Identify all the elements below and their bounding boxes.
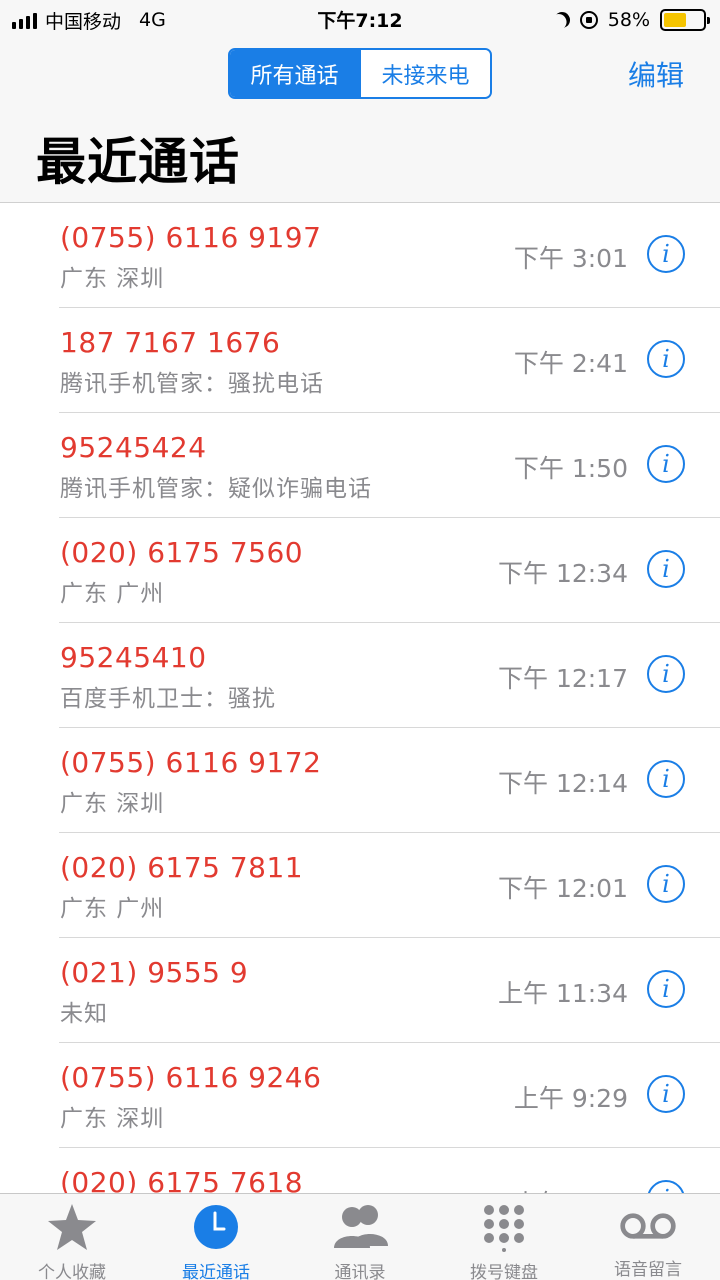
call-number: (0755) 6116 9246 [60, 1061, 322, 1094]
moon-icon [551, 9, 573, 31]
call-filter-segmented-control: 所有通话 未接来电 [228, 48, 492, 99]
call-location-label: 腾讯手机管家：骚扰电话 [60, 371, 324, 397]
call-row[interactable]: (021) 9555 9 未知 上午 11:34 i [0, 938, 720, 1043]
status-bar: 中国移动 4G 下午7:12 58% [0, 0, 720, 40]
keypad-icon [474, 1202, 534, 1252]
call-time: 上午 9:00 [514, 1184, 628, 1193]
tab-favorites[interactable]: 个人收藏 [0, 1194, 144, 1280]
call-number: 187 7167 1676 [60, 326, 281, 359]
call-number: 95245424 [60, 431, 207, 464]
call-location-label: 百度手机卫士：骚扰 [60, 686, 276, 712]
star-icon [42, 1202, 102, 1252]
tab-voicemail[interactable]: 语音留言 [576, 1194, 720, 1280]
info-icon[interactable]: i [647, 445, 685, 483]
tab-label: 通讯录 [334, 1263, 386, 1280]
call-row[interactable]: 95245410 百度手机卫士：骚扰 下午 12:17 i [0, 623, 720, 728]
info-icon[interactable]: i [647, 655, 685, 693]
call-number: (0755) 6116 9197 [60, 221, 322, 254]
call-number: (020) 6175 7618 [60, 1166, 304, 1193]
call-time: 下午 12:17 [498, 664, 628, 693]
info-icon[interactable]: i [647, 235, 685, 273]
call-row[interactable]: (020) 6175 7560 广东 广州 下午 12:34 i [0, 518, 720, 623]
call-location-label: 广东 深圳 [60, 791, 165, 817]
battery-fill [664, 13, 687, 27]
tab-bar: 个人收藏 最近通话 通讯录 拨号键盘 语音留言 [0, 1193, 720, 1280]
call-location-label: 广东 深圳 [60, 266, 165, 292]
tab-label: 个人收藏 [38, 1263, 106, 1280]
call-location-label: 广东 广州 [60, 581, 165, 607]
nav-header: 所有通话 未接来电 编辑 最近通话 [0, 40, 720, 203]
call-row[interactable]: 187 7167 1676 腾讯手机管家：骚扰电话 下午 2:41 i [0, 308, 720, 413]
call-row[interactable]: (0755) 6116 9246 广东 深圳 上午 9:29 i [0, 1043, 720, 1148]
call-time: 上午 11:34 [498, 979, 628, 1008]
call-time: 下午 12:14 [498, 769, 628, 798]
call-location-label: 广东 深圳 [60, 1106, 165, 1132]
call-location-label: 广东 广州 [60, 896, 165, 922]
contacts-icon [330, 1202, 390, 1252]
info-icon[interactable]: i [647, 760, 685, 798]
info-icon[interactable]: i [647, 1075, 685, 1113]
tab-label: 语音留言 [614, 1260, 682, 1280]
segment-all-calls[interactable]: 所有通话 [230, 50, 359, 97]
call-number: (020) 6175 7811 [60, 851, 304, 884]
tab-contacts[interactable]: 通讯录 [288, 1194, 432, 1280]
edit-button[interactable]: 编辑 [628, 54, 684, 94]
call-row[interactable]: (020) 6175 7618 上午 9:00 i [0, 1148, 720, 1193]
call-time: 下午 12:34 [498, 559, 628, 588]
tab-label: 最近通话 [182, 1263, 250, 1280]
call-row[interactable]: (020) 6175 7811 广东 广州 下午 12:01 i [0, 833, 720, 938]
tab-label: 拨号键盘 [470, 1263, 538, 1280]
battery-percent: 58% [607, 9, 650, 31]
call-number: 95245410 [60, 641, 207, 674]
tab-keypad[interactable]: 拨号键盘 [432, 1194, 576, 1280]
info-icon[interactable]: i [647, 340, 685, 378]
info-icon[interactable]: i [647, 1180, 685, 1193]
info-icon[interactable]: i [647, 970, 685, 1008]
call-row[interactable]: (0755) 6116 9172 广东 深圳 下午 12:14 i [0, 728, 720, 833]
segment-missed-calls[interactable]: 未接来电 [359, 50, 490, 97]
call-number: (020) 6175 7560 [60, 536, 304, 569]
call-time: 上午 9:29 [513, 1084, 628, 1113]
call-time: 下午 1:50 [513, 454, 628, 483]
call-number: (021) 9555 9 [60, 956, 249, 989]
info-icon[interactable]: i [647, 550, 685, 588]
call-time: 下午 2:41 [513, 349, 628, 378]
call-location-label: 腾讯手机管家：疑似诈骗电话 [60, 476, 372, 502]
recent-calls-list: (0755) 6116 9197 广东 深圳 下午 3:01 i 187 716… [0, 203, 720, 1193]
call-row[interactable]: 95245424 腾讯手机管家：疑似诈骗电话 下午 1:50 i [0, 413, 720, 518]
call-number: (0755) 6116 9172 [60, 746, 322, 779]
call-time: 下午 12:01 [498, 874, 628, 903]
info-icon[interactable]: i [647, 865, 685, 903]
voicemail-icon [618, 1202, 678, 1249]
call-location-label: 未知 [60, 1001, 108, 1027]
battery-icon [660, 9, 710, 31]
page-title: 最近通话 [36, 133, 240, 191]
tab-recents[interactable]: 最近通话 [144, 1194, 288, 1280]
rotation-lock-icon [579, 11, 598, 29]
call-time: 下午 3:01 [513, 244, 628, 273]
call-row[interactable]: (0755) 6116 9197 广东 深圳 下午 3:01 i [0, 203, 720, 308]
status-right: 58% [551, 6, 710, 34]
clock-icon [186, 1202, 246, 1252]
